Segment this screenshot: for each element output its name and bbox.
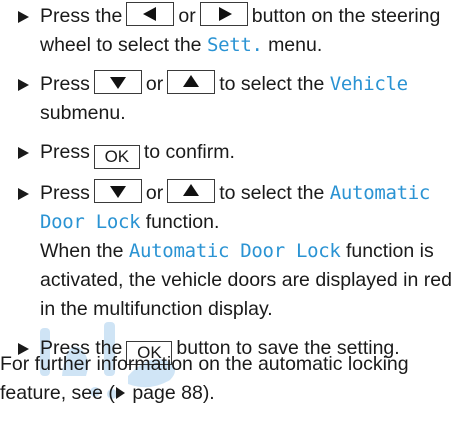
arrow-up-key	[167, 179, 216, 203]
step-text: Press the	[40, 5, 123, 27]
arrow-down-icon	[109, 186, 126, 198]
step-text: or	[145, 182, 164, 204]
function-name-automatic-door-lock: Automatic Door Lock	[128, 240, 341, 262]
step-confirm: Press OK to confirm.	[18, 138, 463, 169]
step-text: Press	[40, 182, 90, 204]
step-text: to confirm.	[143, 141, 235, 163]
arrow-left-key	[126, 2, 175, 26]
triangle-bullet-icon	[18, 188, 29, 200]
step-text: function.	[145, 211, 220, 233]
step-text: submenu.	[40, 102, 126, 124]
step-text: or	[145, 73, 164, 95]
instruction-steps: Press the or button on the steering wheel …	[18, 2, 463, 375]
arrow-up-icon	[183, 75, 200, 87]
further-info-note: For further information on the automatic…	[0, 350, 463, 408]
arrow-up-icon	[183, 184, 200, 196]
arrow-down-icon	[109, 77, 126, 89]
triangle-bullet-icon	[18, 11, 29, 23]
step-text: Press	[40, 141, 90, 163]
arrow-right-key	[199, 2, 248, 26]
page-reference: page 88).	[132, 382, 215, 404]
step-result-text: When the	[40, 240, 124, 262]
step-select-vehicle-submenu: Press or to select the Vehicle submenu.	[18, 70, 463, 128]
arrow-down-key	[93, 179, 142, 203]
page-reference-icon	[115, 387, 125, 399]
step-text: or	[178, 5, 196, 27]
arrow-up-key	[167, 70, 216, 94]
triangle-bullet-icon	[18, 147, 29, 159]
step-text: to select the	[219, 73, 325, 95]
triangle-bullet-icon	[18, 79, 29, 91]
step-select-automatic-door-lock: Press or to select the Automatic Door Lock…	[18, 179, 463, 324]
arrow-down-key	[93, 70, 142, 94]
step-text: Press	[40, 73, 90, 95]
step-text: to select the	[219, 182, 325, 204]
step-text: menu.	[268, 34, 323, 56]
step-select-sett-menu: Press the or button on the steering wheel …	[18, 2, 463, 60]
menu-name-vehicle: Vehicle	[329, 73, 408, 95]
ok-key: OK	[93, 145, 140, 169]
menu-name-sett: Sett.	[206, 34, 263, 56]
arrow-right-icon	[218, 7, 232, 21]
arrow-left-icon	[143, 7, 157, 21]
